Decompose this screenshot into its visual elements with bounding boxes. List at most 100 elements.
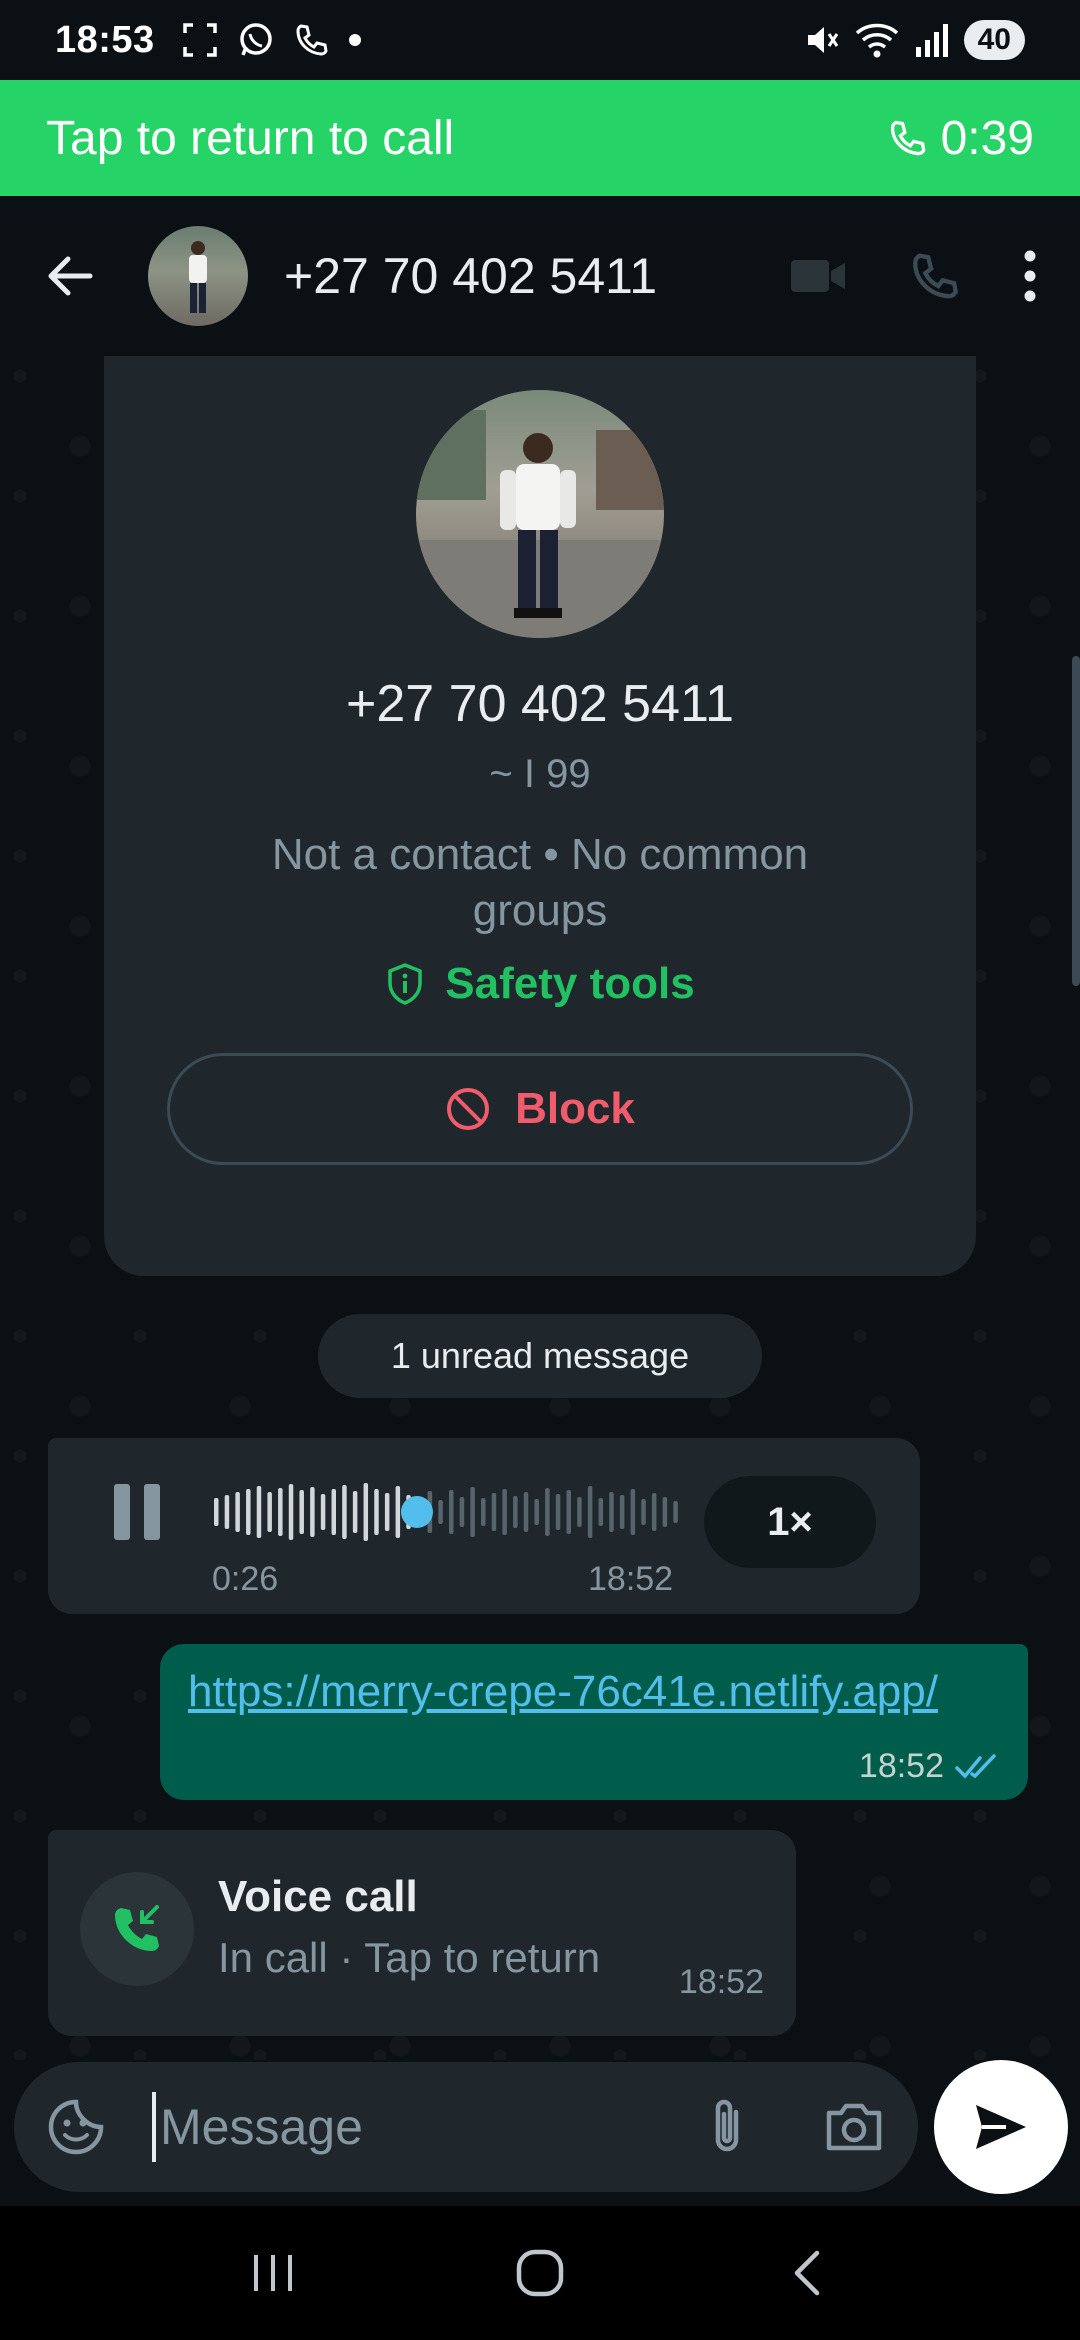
waveform-bar bbox=[363, 1483, 369, 1541]
battery-indicator: 40 bbox=[963, 20, 1025, 60]
pause-icon bbox=[114, 1484, 160, 1540]
call-message-timestamp: 18:52 bbox=[678, 1963, 764, 2001]
waveform-bar bbox=[246, 1489, 251, 1535]
waveform-bar bbox=[566, 1490, 571, 1534]
whatsapp-icon bbox=[239, 23, 272, 56]
waveform-bar bbox=[534, 1499, 539, 1525]
playback-speed-button[interactable]: 1× bbox=[704, 1476, 876, 1568]
send-button[interactable] bbox=[934, 2060, 1068, 2194]
chat-header: +27 70 402 5411 bbox=[0, 196, 1080, 356]
sticker-emoji-icon bbox=[48, 2099, 104, 2155]
mute-icon bbox=[807, 27, 838, 53]
waveform-bar bbox=[459, 1497, 465, 1527]
incoming-call-icon bbox=[115, 1905, 159, 1951]
voice-message-bubble[interactable]: 1× 0:26 18:52 bbox=[48, 1438, 920, 1614]
pause-button[interactable] bbox=[108, 1478, 168, 1553]
waveform-bar bbox=[374, 1489, 379, 1535]
waveform-bar bbox=[299, 1490, 304, 1534]
signal-icon bbox=[915, 24, 948, 57]
voice-waveform[interactable] bbox=[212, 1482, 732, 1542]
waveform-bar bbox=[491, 1493, 497, 1531]
waveform-bar bbox=[662, 1497, 668, 1527]
waveform-bar bbox=[651, 1493, 657, 1531]
waveform-bar bbox=[288, 1484, 294, 1540]
waveform-bar bbox=[342, 1485, 347, 1539]
status-right-icons: 40 bbox=[802, 20, 1025, 60]
camera-button[interactable] bbox=[816, 2087, 892, 2167]
waveform-bar bbox=[310, 1487, 315, 1537]
waveform-bar bbox=[619, 1495, 625, 1529]
paperclip-icon bbox=[715, 2099, 739, 2152]
message-composer bbox=[14, 2062, 918, 2192]
header-actions bbox=[788, 248, 1050, 304]
card-push-name: ~ I 99 bbox=[489, 752, 591, 796]
waveform-bar bbox=[673, 1501, 678, 1523]
message-link[interactable]: https://merry-crepe-76c41e.netlify.app/ bbox=[188, 1662, 968, 1722]
waveform-bar bbox=[609, 1492, 614, 1532]
contact-avatar[interactable] bbox=[148, 226, 248, 326]
status-left-icons bbox=[181, 21, 363, 59]
waveform-bar bbox=[352, 1491, 358, 1533]
voice-call-icon[interactable] bbox=[908, 250, 960, 302]
playback-speed-label: 1× bbox=[767, 1499, 813, 1544]
block-button[interactable]: Block bbox=[167, 1053, 913, 1165]
recents-icon bbox=[254, 2255, 293, 2291]
camera-icon bbox=[826, 2103, 882, 2151]
status-time: 18:53 bbox=[55, 18, 155, 61]
wifi-icon bbox=[855, 23, 898, 58]
phone-icon bbox=[296, 24, 328, 56]
card-contact-status: Not a contact • No common groups bbox=[271, 830, 809, 935]
avatar-person-icon bbox=[189, 241, 207, 313]
waveform-bar bbox=[641, 1499, 646, 1525]
screenshot-icon bbox=[182, 23, 217, 57]
attach-button[interactable] bbox=[690, 2087, 766, 2167]
back-nav-button[interactable] bbox=[747, 2233, 867, 2313]
safety-tools-label: Safety tools bbox=[445, 959, 695, 1008]
call-message-title: Voice call bbox=[218, 1872, 418, 1921]
back-button[interactable] bbox=[30, 236, 110, 316]
whatsapp-chat-screen: 18:53 40 Tap to return to call 0:39 +27 … bbox=[0, 0, 1080, 2340]
waveform-bar bbox=[384, 1493, 390, 1531]
voice-duration: 0:26 bbox=[212, 1560, 279, 1598]
waveform-bar bbox=[438, 1500, 443, 1524]
waveform-bar bbox=[224, 1495, 230, 1529]
message-timestamp: 18:52 bbox=[858, 1747, 944, 1785]
message-input[interactable] bbox=[160, 2098, 680, 2156]
waveform-bar bbox=[513, 1496, 518, 1528]
waveform-bar bbox=[481, 1498, 486, 1526]
waveform-bar bbox=[587, 1486, 593, 1538]
waveform-bar bbox=[523, 1492, 529, 1532]
unread-messages-divider: 1 unread message bbox=[318, 1314, 762, 1398]
waveform-bar bbox=[630, 1489, 636, 1535]
chat-messages[interactable]: +27 70 402 5411 ~ I 99 Not a contact • N… bbox=[0, 356, 1080, 2060]
return-to-call-banner[interactable]: Tap to return to call 0:39 bbox=[0, 80, 1080, 196]
back-chevron-icon bbox=[794, 2250, 819, 2296]
home-button[interactable] bbox=[480, 2233, 600, 2313]
outgoing-link-message[interactable]: https://merry-crepe-76c41e.netlify.app/ … bbox=[160, 1644, 1028, 1800]
waveform-bar bbox=[502, 1489, 507, 1535]
voice-call-message[interactable]: Voice call In call · Tap to return 18:52 bbox=[48, 1830, 796, 2036]
recents-button[interactable] bbox=[213, 2233, 333, 2313]
waveform-bar bbox=[267, 1492, 272, 1532]
waveform-bar bbox=[320, 1494, 326, 1530]
double-check-icon bbox=[955, 1753, 996, 1779]
waveform-bar bbox=[470, 1487, 475, 1537]
waveform-bar bbox=[545, 1488, 550, 1536]
send-icon bbox=[976, 2105, 1026, 2149]
unread-label: 1 unread message bbox=[390, 1335, 690, 1376]
contact-photo[interactable] bbox=[416, 390, 664, 638]
waveform-bar bbox=[278, 1488, 283, 1536]
waveform-bar bbox=[214, 1498, 219, 1526]
waveform-bar bbox=[331, 1489, 336, 1535]
waveform-seek-knob[interactable] bbox=[400, 1496, 433, 1528]
video-call-icon[interactable] bbox=[788, 254, 848, 298]
safety-tools-link[interactable]: Safety tools bbox=[385, 959, 695, 1009]
emoji-button[interactable] bbox=[40, 2089, 112, 2165]
contact-name[interactable]: +27 70 402 5411 bbox=[284, 247, 657, 305]
scrollbar[interactable] bbox=[1072, 656, 1080, 986]
more-vert-icon[interactable] bbox=[1020, 248, 1040, 304]
waveform-bar bbox=[235, 1492, 240, 1532]
waveform-bar bbox=[577, 1497, 582, 1527]
contact-info-card: +27 70 402 5411 ~ I 99 Not a contact • N… bbox=[104, 356, 976, 1276]
call-timer: 0:39 bbox=[887, 111, 1034, 166]
